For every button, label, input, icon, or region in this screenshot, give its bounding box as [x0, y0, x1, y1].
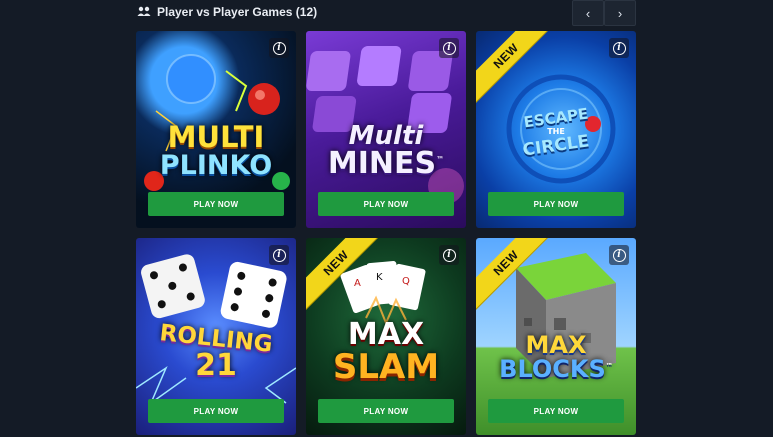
info-button[interactable]: i	[439, 245, 459, 265]
info-icon: i	[442, 248, 456, 262]
game-logo: MAX BLOCKS™	[499, 331, 613, 383]
play-now-button[interactable]: PLAY NOW	[318, 192, 454, 216]
svg-text:A: A	[354, 278, 361, 289]
game-logo: ESCAPE THE CIRCLE	[521, 104, 591, 161]
game-logo: MULTI PLINKO	[159, 120, 273, 181]
info-icon: i	[612, 248, 626, 262]
chevron-right-icon: ›	[617, 5, 623, 21]
info-icon: i	[272, 41, 286, 55]
play-now-button[interactable]: PLAY NOW	[148, 399, 284, 423]
game-grid: MULTI PLINKO i PLAY NOW Multi MINES™ i P…	[136, 31, 636, 435]
info-button[interactable]: i	[269, 245, 289, 265]
game-card-escape-the-circle[interactable]: ESCAPE THE CIRCLE NEW i PLAY NOW	[476, 31, 636, 228]
info-button[interactable]: i	[609, 245, 629, 265]
game-card-max-blocks[interactable]: MAX BLOCKS™ NEW i PLAY NOW	[476, 238, 636, 435]
chevron-left-icon: ‹	[585, 5, 591, 21]
play-now-button[interactable]: PLAY NOW	[318, 399, 454, 423]
info-button[interactable]: i	[609, 38, 629, 58]
play-now-button[interactable]: PLAY NOW	[488, 399, 624, 423]
previous-button[interactable]: ‹	[572, 0, 604, 26]
info-icon: i	[272, 248, 286, 262]
svg-text:Q: Q	[402, 276, 410, 287]
section-header: Player vs Player Games (12)	[137, 4, 317, 20]
game-logo: Multi MINES™	[327, 121, 445, 181]
info-button[interactable]: i	[439, 38, 459, 58]
game-logo: ROLLING 21	[158, 320, 274, 383]
next-button[interactable]: ›	[604, 0, 636, 26]
players-icon	[137, 6, 151, 18]
game-card-multi-mines[interactable]: Multi MINES™ i PLAY NOW	[306, 31, 466, 228]
game-card-multi-plinko[interactable]: MULTI PLINKO i PLAY NOW	[136, 31, 296, 228]
game-card-rolling-21[interactable]: ROLLING 21 i PLAY NOW	[136, 238, 296, 435]
game-logo: MAX SLAM	[332, 317, 440, 387]
play-now-button[interactable]: PLAY NOW	[488, 192, 624, 216]
info-icon: i	[442, 41, 456, 55]
section-title: Player vs Player Games (12)	[157, 5, 318, 19]
info-button[interactable]: i	[269, 38, 289, 58]
svg-text:K: K	[376, 272, 383, 283]
info-icon: i	[612, 41, 626, 55]
play-now-button[interactable]: PLAY NOW	[148, 192, 284, 216]
game-card-max-slam[interactable]: A K Q MAX SLAM NEW i PLAY NOW	[306, 238, 466, 435]
